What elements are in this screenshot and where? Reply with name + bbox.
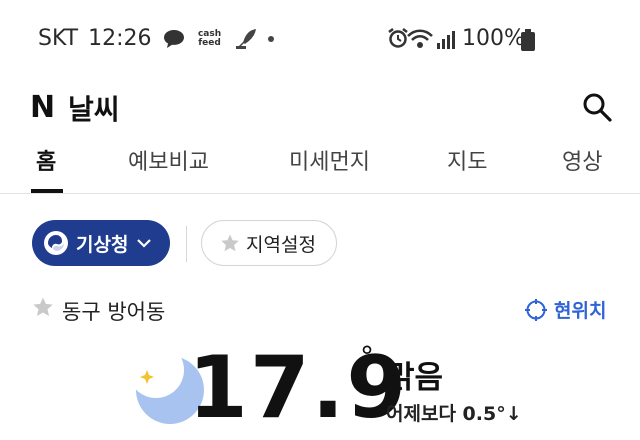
region-setting-label: 지역설정 xyxy=(246,233,316,256)
chevron-down-icon xyxy=(137,239,152,248)
active-tab-indicator xyxy=(31,189,63,193)
tab-home[interactable]: 홈 xyxy=(36,144,56,176)
chip-divider xyxy=(186,226,187,262)
status-left: SKT 12:26 cash feed xyxy=(38,26,274,51)
app-header: N 날씨 xyxy=(0,80,640,132)
notification-dot xyxy=(267,35,274,42)
source-chip-row: 기상청 지역설정 xyxy=(0,212,640,272)
region-setting-button[interactable]: 지역설정 xyxy=(201,220,337,266)
page-title: 날씨 xyxy=(68,93,120,126)
search-icon[interactable] xyxy=(580,90,614,124)
cashfeed-text: cash feed xyxy=(197,28,222,48)
location-name: 동구 방어동 xyxy=(62,300,166,324)
tab-video[interactable]: 영상 xyxy=(562,144,602,176)
current-temperature: 17.9 xyxy=(188,338,409,438)
degree-symbol: ° xyxy=(360,340,374,373)
current-location-label: 현위치 xyxy=(554,300,607,322)
battery-percent: 100% xyxy=(462,26,525,51)
location-row: 동구 방어동 현위치 xyxy=(0,290,640,330)
current-location-button[interactable]: 현위치 xyxy=(524,296,606,323)
status-bar: SKT 12:26 cash feed 100% xyxy=(0,0,640,78)
weather-condition: 맑음 xyxy=(386,360,444,396)
signal-icon xyxy=(437,31,455,49)
feather-icon xyxy=(235,28,256,49)
tab-bar: 홈 예보비교 미세먼지 지도 영상 xyxy=(0,136,640,194)
yesterday-comparison: 어제보다 0.5°↓ xyxy=(386,403,522,425)
crosshair-icon xyxy=(525,298,547,321)
naver-logo[interactable]: N xyxy=(30,90,55,125)
weather-source-dropdown[interactable]: 기상청 xyxy=(32,220,170,266)
source-label: 기상청 xyxy=(76,233,129,256)
battery-icon xyxy=(521,29,535,51)
favorite-star-icon[interactable] xyxy=(32,296,54,318)
tab-fine-dust[interactable]: 미세먼지 xyxy=(289,144,370,176)
chat-bubble-icon xyxy=(163,29,184,48)
tab-map[interactable]: 지도 xyxy=(447,144,487,176)
star-icon xyxy=(221,234,239,252)
cashfeed-logo: cash feed xyxy=(196,28,224,48)
carrier-label: SKT xyxy=(38,26,79,51)
clock: 12:26 xyxy=(88,26,152,51)
wifi-icon xyxy=(407,29,433,48)
tab-forecast-compare[interactable]: 예보비교 xyxy=(128,144,209,176)
kma-logo-icon xyxy=(44,231,68,255)
